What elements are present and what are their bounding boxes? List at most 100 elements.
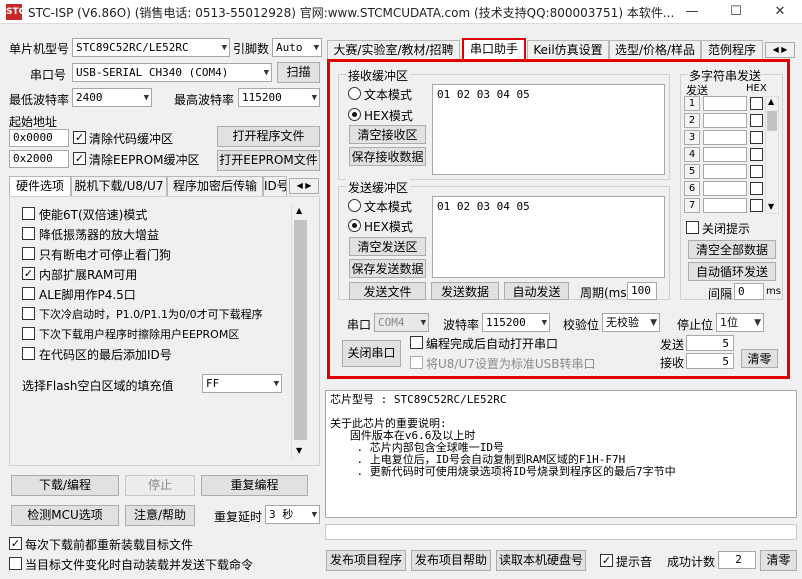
option-erase-eeprom-checkbox[interactable] [22,327,35,340]
receive-textarea[interactable]: 01 02 03 04 05 [432,84,665,175]
multi-string-6-field[interactable] [703,181,747,196]
tab-encrypted-transfer[interactable]: 程序加密后传输 [167,176,263,196]
port-select[interactable]: USB-SERIAL CH340 (COM4) ▼ [72,63,272,82]
repeat-delay-select[interactable]: 3 秒 ▼ [265,505,320,524]
multi-string-3-field[interactable] [703,130,747,145]
pin-count-select[interactable]: Auto ▼ [272,38,322,57]
tab-competition[interactable]: 大赛/实验室/教材/招聘 [327,40,460,60]
check-mcu-button[interactable]: 检测MCU选项 [11,505,119,526]
interval-field[interactable]: 0 [734,283,764,300]
multi-string-7-field[interactable] [703,198,747,213]
clear-code-checkbox[interactable]: ✓ [73,131,86,144]
publish-help-button[interactable]: 发布项目帮助 [411,550,491,571]
multi-hex-7-checkbox[interactable] [750,199,763,212]
scroll-thumb[interactable] [767,111,777,131]
tab-examples[interactable]: 范例程序 [701,40,763,60]
clear-all-data-button[interactable]: 清空全部数据 [688,240,776,259]
send-hex-mode-radio[interactable] [348,219,361,232]
multi-hex-2-checkbox[interactable] [750,114,763,127]
multi-send-1-button[interactable]: 1 [684,96,700,111]
scroll-down-icon[interactable]: ▼ [296,446,302,455]
clear-receive-button[interactable]: 清空接收区 [349,125,426,144]
auto-reload-checkbox[interactable] [9,557,22,570]
multi-hex-5-checkbox[interactable] [750,165,763,178]
option-6t-checkbox[interactable] [22,207,35,220]
publish-program-button[interactable]: 发布项目程序 [326,550,406,571]
parity-select[interactable]: 无校验 ▼ [602,313,660,332]
scroll-down-icon[interactable]: ▼ [768,202,774,211]
usb-serial-checkbox[interactable] [410,356,423,369]
minimize-button[interactable]: — [670,0,714,24]
tab-hardware-options[interactable]: 硬件选项 [9,176,71,196]
option-add-id-checkbox[interactable] [22,347,35,360]
baud-rate-select[interactable]: 115200 ▼ [482,313,550,332]
recv-text-mode-radio[interactable] [348,87,361,100]
multi-hex-4-checkbox[interactable] [750,148,763,161]
auto-send-button[interactable]: 自动发送 [504,282,569,300]
option-cold-start-checkbox[interactable] [22,307,35,320]
clear-eeprom-checkbox[interactable]: ✓ [73,152,86,165]
scroll-up-icon[interactable]: ▲ [296,206,302,215]
serial-port-select[interactable]: COM4 ▼ [374,313,429,332]
address-2-field[interactable]: 0x2000 [9,150,69,168]
read-disk-serial-button[interactable]: 读取本机硬盘号 [496,550,586,571]
close-serial-button[interactable]: 关闭串口 [342,340,401,367]
max-baud-select[interactable]: 115200 ▼ [238,88,320,107]
save-receive-button[interactable]: 保存接收数据 [349,147,426,166]
open-eeprom-button[interactable]: 打开EEPROM文件 [217,150,320,171]
options-scrollbar[interactable]: ▲ ▼ [291,204,308,460]
clear-success-button[interactable]: 清零 [760,550,797,571]
tab-id[interactable]: ID号 [263,176,287,196]
scroll-thumb[interactable] [294,220,307,440]
stop-button[interactable]: 停止 [125,475,195,496]
multi-string-1-field[interactable] [703,96,747,111]
option-ext-ram-checkbox[interactable]: ✓ [22,267,35,280]
multi-send-5-button[interactable]: 5 [684,164,700,179]
tab-keil-sim[interactable]: Keil仿真设置 [527,40,609,60]
clear-send-button[interactable]: 清空发送区 [349,237,426,256]
address-1-field[interactable]: 0x0000 [9,129,69,147]
multi-hex-1-checkbox[interactable] [750,97,763,110]
mcu-type-select[interactable]: STC89C52RC/LE52RC ▼ [72,38,230,57]
multi-hex-3-checkbox[interactable] [750,131,763,144]
multi-string-4-field[interactable] [703,147,747,162]
multi-string-2-field[interactable] [703,113,747,128]
option-gain-checkbox[interactable] [22,227,35,240]
help-button[interactable]: 注意/帮助 [125,505,195,526]
multi-string-5-field[interactable] [703,164,747,179]
period-field[interactable]: 100 [627,282,657,300]
multi-send-4-button[interactable]: 4 [684,147,700,162]
min-baud-select[interactable]: 2400 ▼ [72,88,152,107]
close-hint-checkbox[interactable] [686,221,699,234]
recv-hex-mode-radio[interactable] [348,108,361,121]
auto-open-serial-checkbox[interactable] [410,336,423,349]
option-ale-checkbox[interactable] [22,287,35,300]
tab-scroll-arrows-icon[interactable]: ◀ ▶ [289,178,319,194]
save-send-button[interactable]: 保存发送数据 [349,259,426,278]
stop-bits-select[interactable]: 1位 ▼ [716,313,764,332]
tab-selection-price[interactable]: 选型/价格/样品 [609,40,701,60]
scan-button[interactable]: 扫描 [277,62,320,83]
tab-serial-assistant[interactable]: 串口助手 [462,38,526,60]
clear-counts-button[interactable]: 清零 [741,349,778,368]
flash-fill-select[interactable]: FF ▼ [202,374,282,393]
send-data-button[interactable]: 发送数据 [431,282,499,300]
reprogram-button[interactable]: 重复编程 [201,475,308,496]
auto-loop-send-button[interactable]: 自动循环发送 [688,262,776,281]
multi-send-6-button[interactable]: 6 [684,181,700,196]
multi-string-scrollbar[interactable]: ▲ ▼ [765,96,779,214]
send-textarea[interactable]: 01 02 03 04 05 [432,196,665,278]
tab-scroll-arrows-icon[interactable]: ◀ ▶ [765,42,795,58]
multi-send-2-button[interactable]: 2 [684,113,700,128]
scroll-up-icon[interactable]: ▲ [768,97,774,106]
option-watchdog-checkbox[interactable] [22,247,35,260]
reload-before-checkbox[interactable]: ✓ [9,537,22,550]
beep-checkbox[interactable]: ✓ [600,554,613,567]
tab-offline-download[interactable]: 脱机下载/U8/U7 [71,176,167,196]
multi-send-3-button[interactable]: 3 [684,130,700,145]
open-program-button[interactable]: 打开程序文件 [217,126,320,147]
close-button[interactable]: ✕ [758,0,802,24]
download-program-button[interactable]: 下载/编程 [11,475,119,496]
maximize-button[interactable]: ☐ [714,0,758,24]
send-text-mode-radio[interactable] [348,199,361,212]
